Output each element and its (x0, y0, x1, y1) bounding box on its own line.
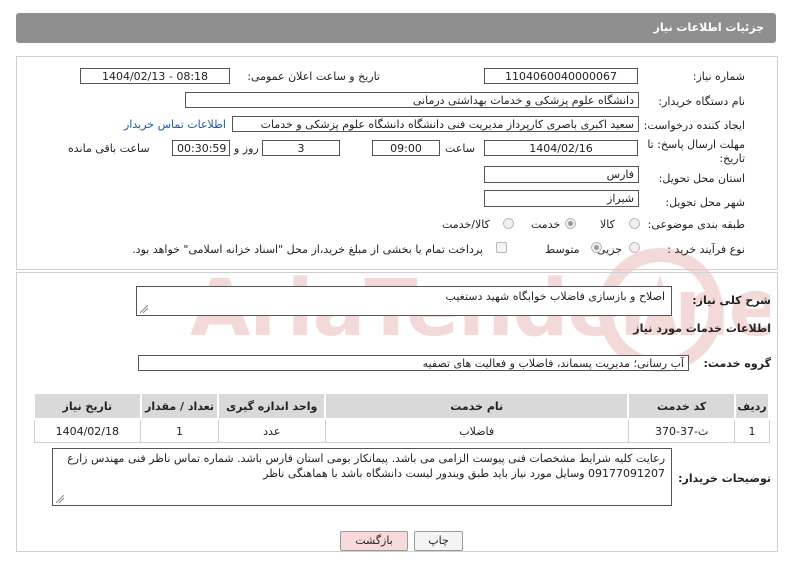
col-need-date: تاریخ نیاز (33, 392, 142, 420)
creator-field: سعید اکبری باصری کارپرداز مدیریت فنی دان… (232, 116, 639, 132)
deadline-label: مهلت ارسال پاسخ: تا (647, 138, 745, 151)
process-option-minor-radio[interactable] (629, 242, 640, 253)
buyer-contact-link[interactable]: اطلاعات تماس خریدار (124, 118, 226, 131)
summary-text: اصلاح و بازسازی فاضلاب خوابگاه شهید دستغ… (445, 290, 665, 303)
deadline-date-label: تاریخ: (719, 152, 745, 165)
days-count-field: 3 (262, 140, 340, 156)
summary-label: شرح کلی نیاز: (692, 294, 771, 307)
buyer-notes-textarea: رعایت کلیه شرایط مشخصات فنی پیوست الزامی… (52, 448, 672, 506)
buyer-notes-text: رعایت کلیه شرایط مشخصات فنی پیوست الزامی… (67, 452, 665, 480)
cell-quantity: 1 (140, 418, 219, 443)
process-option-medium-radio[interactable] (591, 242, 602, 253)
need-number-label: شماره نیاز: (692, 70, 745, 83)
service-group-field: آب رسانی؛ مدیریت پسماند، فاضلاب و فعالیت… (138, 355, 689, 371)
back-button[interactable]: بازگشت (340, 531, 408, 551)
col-row-number: ردیف (733, 392, 771, 420)
need-number-field: 1104060040000067 (484, 68, 638, 84)
need-info-panel (16, 56, 778, 270)
province-label: استان محل تحویل: (658, 172, 745, 185)
page-title: جزئیات اطلاعات نیاز (653, 21, 765, 34)
header-bar: جزئیات اطلاعات نیاز (16, 13, 776, 43)
table-row: 1 ث-37-370 فاضلاب عدد 1 1404/02/18 (33, 418, 770, 443)
buyer-org-field: دانشگاه علوم پزشکی و خدمات بهداشتی درمان… (185, 92, 639, 108)
deadline-time-field: 09:00 (372, 140, 440, 156)
col-quantity: تعداد / مقدار (139, 392, 220, 420)
treasury-payment-note: پرداخت تمام یا بخشی از مبلغ خرید،از محل … (132, 243, 483, 256)
category-option-goods-radio[interactable] (629, 218, 640, 229)
buyer-org-label: نام دستگاه خریدار: (658, 95, 745, 108)
cell-service-name: فاضلاب (324, 418, 629, 443)
cell-row-number: 1 (734, 418, 770, 443)
col-service-code: کد خدمت (627, 392, 736, 420)
category-option-service-label: خدمت (531, 218, 561, 231)
creator-label: ایجاد کننده درخواست: (643, 119, 745, 132)
services-table-header-row: ردیف کد خدمت نام خدمت واحد اندازه گیری ت… (33, 392, 771, 420)
remaining-time-field: 00:30:59 (172, 140, 230, 156)
category-option-goods-label: کالا (600, 218, 615, 231)
process-label: نوع فرآیند خرید : (667, 243, 745, 256)
process-option-medium-label: متوسط (545, 243, 580, 256)
days-label: روز و (234, 142, 259, 155)
province-field: فارس (484, 166, 639, 183)
cell-need-date: 1404/02/18 (33, 418, 142, 443)
treasury-payment-checkbox[interactable] (496, 242, 507, 253)
category-option-service-radio[interactable] (565, 218, 576, 229)
summary-textarea: اصلاح و بازسازی فاضلاب خوابگاه شهید دستغ… (136, 286, 672, 316)
services-table: ردیف کد خدمت نام خدمت واحد اندازه گیری ت… (33, 392, 771, 443)
announce-datetime-label: تاریخ و ساعت اعلان عمومی: (247, 70, 380, 83)
cell-service-code: ث-37-370 (627, 418, 736, 443)
city-label: شهر محل تحویل: (665, 196, 745, 209)
resize-grip-icon[interactable] (140, 305, 148, 313)
category-option-both-radio[interactable] (503, 218, 514, 229)
services-section-title: اطلاعات خدمات مورد نیاز (633, 322, 771, 335)
deadline-time-label: ساعت (445, 142, 475, 155)
category-option-both-label: کالا/خدمت (442, 218, 490, 231)
buyer-notes-label: توضیحات خریدار: (678, 472, 771, 485)
print-button[interactable]: چاپ (414, 531, 463, 551)
col-service-name: نام خدمت (324, 392, 630, 420)
cell-unit: عدد (217, 418, 326, 443)
announce-datetime-field: 1404/02/13 - 08:18 (80, 68, 230, 84)
category-label: طبقه بندی موضوعی: (647, 218, 745, 231)
resize-grip-icon[interactable] (56, 495, 64, 503)
remaining-time-label: ساعت باقی مانده (68, 142, 150, 155)
service-group-label: گروه خدمت: (703, 357, 771, 370)
col-unit: واحد اندازه گیری (217, 392, 327, 420)
city-field: شیراز (484, 190, 639, 207)
deadline-date-field: 1404/02/16 (484, 140, 638, 156)
